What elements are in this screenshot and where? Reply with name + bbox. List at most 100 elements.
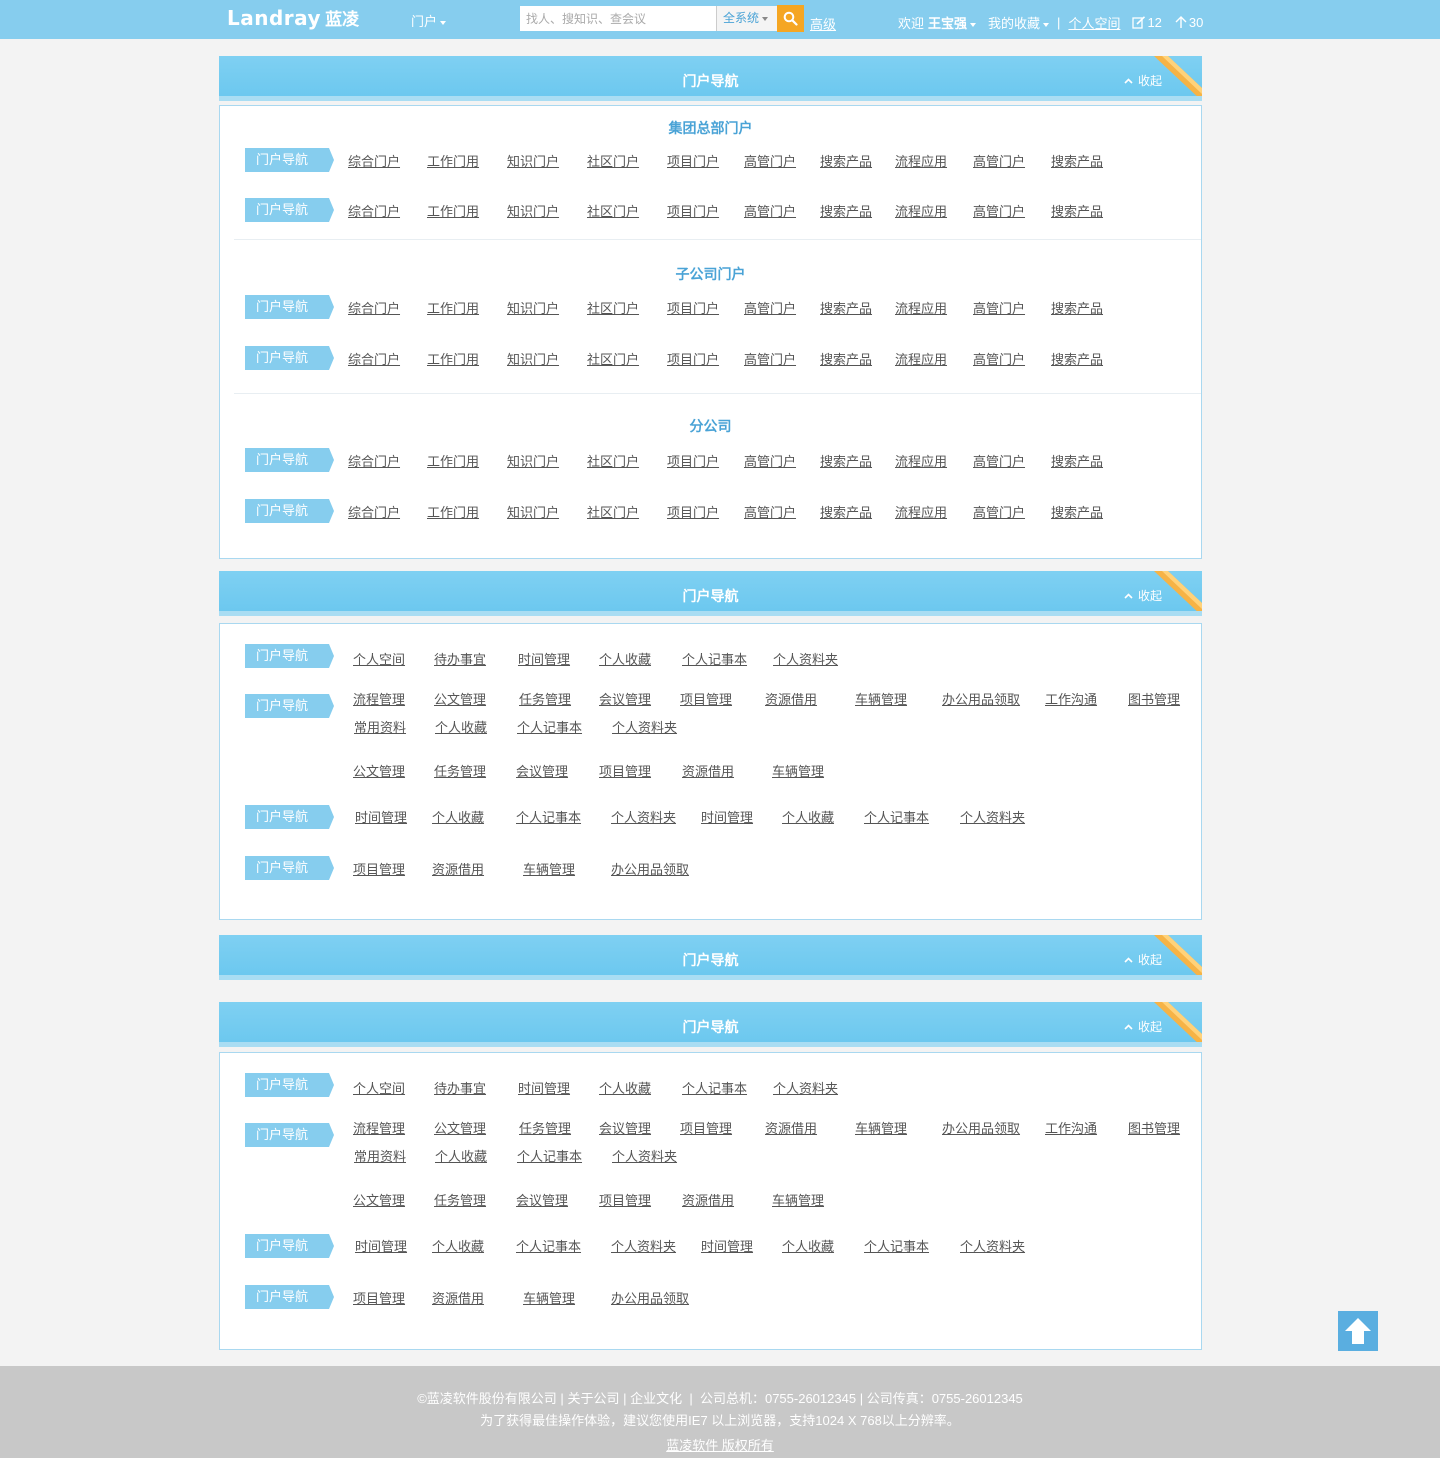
nav-link[interactable]: 个人收藏 [432, 807, 484, 826]
nav-link[interactable]: 流程应用 [895, 201, 947, 220]
nav-link[interactable]: 高管门户 [744, 502, 796, 521]
nav-link[interactable]: 高管门户 [973, 349, 1025, 368]
nav-link[interactable]: 资源借用 [682, 1190, 734, 1209]
nav-link[interactable]: 综合门户 [348, 349, 400, 368]
nav-link[interactable]: 社区门户 [587, 349, 639, 368]
nav-link[interactable]: 项目管理 [599, 1190, 651, 1209]
nav-link[interactable]: 流程应用 [895, 349, 947, 368]
nav-link[interactable]: 个人记事本 [517, 717, 582, 736]
nav-link[interactable]: 搜索产品 [1051, 151, 1103, 170]
nav-link[interactable]: 项目管理 [353, 1288, 405, 1307]
back-to-top-button[interactable] [1338, 1311, 1378, 1351]
nav-link[interactable]: 公文管理 [434, 689, 486, 708]
nav-link[interactable]: 项目管理 [680, 1118, 732, 1137]
nav-link[interactable]: 高管门户 [744, 298, 796, 317]
nav-link[interactable]: 工作门用 [427, 151, 479, 170]
nav-link[interactable]: 会议管理 [516, 761, 568, 780]
nav-link[interactable]: 搜索产品 [820, 451, 872, 470]
nav-link[interactable]: 项目管理 [599, 761, 651, 780]
nav-link[interactable]: 社区门户 [587, 502, 639, 521]
nav-link[interactable]: 个人收藏 [432, 1236, 484, 1255]
nav-link[interactable]: 综合门户 [348, 502, 400, 521]
nav-link[interactable]: 社区门户 [587, 151, 639, 170]
nav-link[interactable]: 高管门户 [973, 451, 1025, 470]
nav-link[interactable]: 个人资料夹 [612, 1146, 677, 1165]
nav-link[interactable]: 高管门户 [744, 451, 796, 470]
nav-link[interactable]: 高管门户 [744, 201, 796, 220]
nav-link[interactable]: 车辆管理 [772, 1190, 824, 1209]
footer-culture-link[interactable]: 企业文化 [630, 1391, 682, 1406]
nav-link[interactable]: 个人收藏 [599, 1078, 651, 1097]
nav-link[interactable]: 任务管理 [434, 1190, 486, 1209]
nav-link[interactable]: 搜索产品 [820, 502, 872, 521]
nav-link[interactable]: 搜索产品 [820, 201, 872, 220]
nav-link[interactable]: 工作门用 [427, 201, 479, 220]
nav-link[interactable]: 个人记事本 [516, 1236, 581, 1255]
todo-counter[interactable]: 30 [1174, 15, 1203, 30]
nav-link[interactable]: 搜索产品 [1051, 298, 1103, 317]
nav-link[interactable]: 搜索产品 [1051, 349, 1103, 368]
nav-link[interactable]: 搜索产品 [820, 349, 872, 368]
nav-link[interactable]: 个人资料夹 [960, 807, 1025, 826]
nav-link[interactable]: 个人资料夹 [611, 1236, 676, 1255]
search-scope-select[interactable]: 全系统 [716, 6, 777, 31]
nav-link[interactable]: 会议管理 [599, 1118, 651, 1137]
nav-link[interactable]: 知识门户 [507, 349, 559, 368]
nav-link[interactable]: 时间管理 [518, 649, 570, 668]
nav-link[interactable]: 搜索产品 [1051, 201, 1103, 220]
nav-link[interactable]: 时间管理 [701, 1236, 753, 1255]
nav-link[interactable]: 流程管理 [353, 689, 405, 708]
nav-link[interactable]: 项目门户 [667, 298, 719, 317]
footer-about-link[interactable]: 关于公司 [567, 1391, 619, 1406]
nav-link[interactable]: 高管门户 [744, 349, 796, 368]
nav-link[interactable]: 流程应用 [895, 451, 947, 470]
nav-link[interactable]: 图书管理 [1128, 1118, 1180, 1137]
nav-link[interactable]: 知识门户 [507, 502, 559, 521]
notes-counter[interactable]: 12 [1132, 15, 1162, 30]
nav-link[interactable]: 知识门户 [507, 151, 559, 170]
nav-link[interactable]: 工作门用 [427, 451, 479, 470]
nav-link[interactable]: 办公用品领取 [942, 1118, 1020, 1137]
nav-link[interactable]: 项目门户 [667, 201, 719, 220]
nav-link[interactable]: 工作沟通 [1045, 689, 1097, 708]
nav-link[interactable]: 个人资料夹 [773, 1078, 838, 1097]
nav-link[interactable]: 工作门用 [427, 349, 479, 368]
favorites-menu[interactable]: 我的收藏 [988, 13, 1050, 32]
nav-link[interactable]: 流程应用 [895, 151, 947, 170]
nav-link[interactable]: 项目管理 [353, 859, 405, 878]
nav-link[interactable]: 项目管理 [680, 689, 732, 708]
nav-link[interactable]: 常用资料 [354, 717, 406, 736]
advanced-search-link[interactable]: 高级 [810, 14, 836, 33]
nav-link[interactable]: 个人记事本 [864, 807, 929, 826]
nav-link[interactable]: 办公用品领取 [611, 1288, 689, 1307]
nav-link[interactable]: 综合门户 [348, 151, 400, 170]
nav-link[interactable]: 工作门用 [427, 298, 479, 317]
nav-link[interactable]: 待办事宜 [434, 1078, 486, 1097]
nav-link[interactable]: 搜索产品 [1051, 502, 1103, 521]
nav-link[interactable]: 综合门户 [348, 451, 400, 470]
nav-link[interactable]: 项目门户 [667, 451, 719, 470]
nav-link[interactable]: 流程管理 [353, 1118, 405, 1137]
nav-link[interactable]: 时间管理 [701, 807, 753, 826]
nav-link[interactable]: 个人资料夹 [773, 649, 838, 668]
nav-link[interactable]: 时间管理 [355, 807, 407, 826]
nav-link[interactable]: 车辆管理 [523, 1288, 575, 1307]
nav-link[interactable]: 待办事宜 [434, 649, 486, 668]
nav-link[interactable]: 个人记事本 [517, 1146, 582, 1165]
nav-link[interactable]: 综合门户 [348, 298, 400, 317]
portal-menu[interactable]: 门户 [411, 11, 447, 30]
nav-link[interactable]: 个人资料夹 [612, 717, 677, 736]
nav-link[interactable]: 搜索产品 [820, 151, 872, 170]
nav-link[interactable]: 个人记事本 [516, 807, 581, 826]
nav-link[interactable]: 个人资料夹 [611, 807, 676, 826]
nav-link[interactable]: 任务管理 [519, 1118, 571, 1137]
nav-link[interactable]: 高管门户 [973, 201, 1025, 220]
nav-link[interactable]: 搜索产品 [1051, 451, 1103, 470]
logo[interactable]: Landray 蓝凌 [227, 5, 359, 30]
nav-link[interactable]: 资源借用 [432, 859, 484, 878]
nav-link[interactable]: 社区门户 [587, 201, 639, 220]
nav-link[interactable]: 公文管理 [353, 761, 405, 780]
user-menu[interactable]: 王宝强 [928, 13, 977, 32]
nav-link[interactable]: 搜索产品 [820, 298, 872, 317]
nav-link[interactable]: 车辆管理 [855, 689, 907, 708]
